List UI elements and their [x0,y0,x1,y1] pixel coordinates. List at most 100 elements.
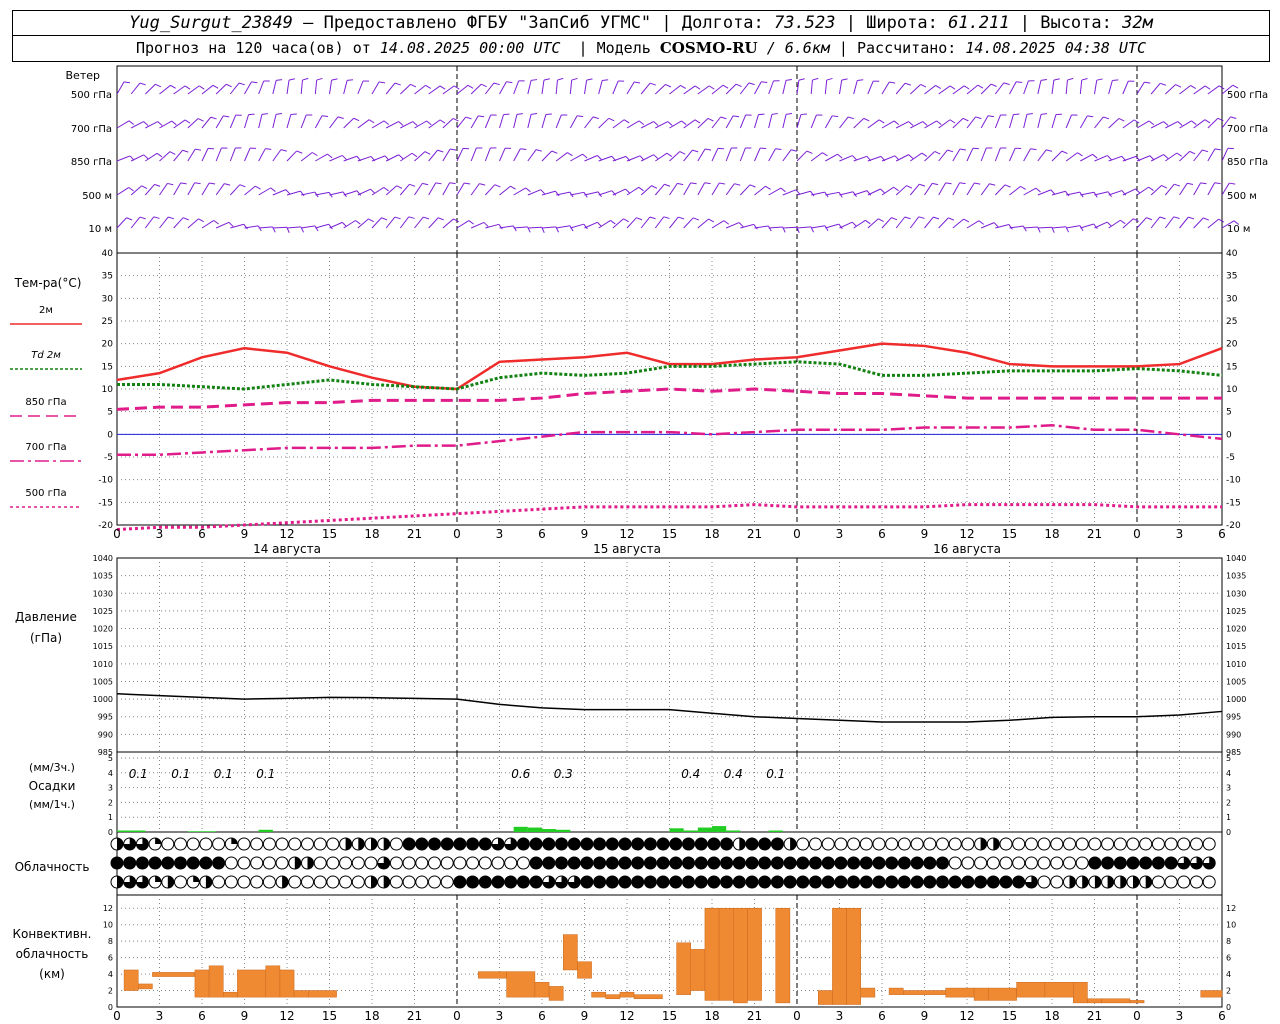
cloud-symbol [516,856,530,870]
hour-tick-label-bottom: 0 [453,1009,461,1023]
cloud-symbol [669,856,683,870]
cloud-fill-full [898,857,911,869]
wind-barb [598,117,610,129]
wind-barb-feather [184,85,191,90]
wind-barb [754,225,769,229]
conv-bar [138,983,153,990]
wind-barb-feather [494,184,501,188]
hour-tick-label-bottom: 3 [836,1009,844,1023]
temp-tick-label: 25 [102,317,113,327]
cloud-symbol [250,837,264,851]
wind-barb [371,120,385,129]
wind-barb [924,216,934,229]
wind-barb [1207,182,1216,196]
cloud-symbol [275,837,289,851]
cloud-symbol [682,856,695,870]
conv-bar [591,991,606,998]
wind-barb [1136,120,1150,129]
wind-barb-feather [327,153,333,159]
cloud-fill-full [530,857,543,869]
cloud-fill-full [733,876,746,888]
cloud-symbol [339,837,353,851]
wind-barb-feather [1214,182,1221,185]
cloud-fill-half [167,876,174,888]
wind-barb-feather [665,83,672,88]
precip-tick-label-right: 2 [1226,798,1231,807]
hour-tick-label-bottom: 15 [322,1009,337,1023]
cloud-symbol [1012,875,1026,889]
pressure-tick-label-right: 1000 [1226,695,1246,704]
cloud-outline [1164,875,1178,889]
wind-barb [626,186,639,196]
wind-barb [173,85,186,95]
cloud-symbol [567,875,581,889]
wind-barb-feather [450,148,457,151]
precip-bar [187,831,202,832]
wind-barb [895,154,909,162]
wind-barb [1164,183,1175,196]
cloud-symbol [618,856,632,870]
wind-barb [640,121,654,129]
precip-3h-label: 0.6 [511,767,530,781]
cloud-fill-half [790,838,797,850]
wind-barb [314,80,318,95]
conv-bar [718,907,734,1001]
cloud-outline [415,856,429,870]
wind-barb-feather [381,217,388,221]
cloud-fill-1q [193,876,200,882]
wind-barb-feather [704,182,711,185]
wind-barb-feather [141,185,148,190]
wind-level-labels: 500 гПа 500 гПа 700 гПа 700 гПа 850 гПа 850 г… [71,90,1268,235]
cloud-symbol [529,875,543,889]
cloud-fill-full [682,876,695,888]
cloud-symbol [1151,856,1165,870]
cloud-symbol [986,875,1000,889]
wind-barb-feather [832,115,839,118]
cloud-symbol [237,875,251,889]
conv-bar [534,982,550,998]
cloud-fill-full [1101,857,1114,869]
cloud-fill-full [568,857,581,869]
wind-barb [456,84,469,95]
wind-barb [612,155,627,162]
wind-barb-feather [680,84,686,89]
precip-tick-label: 2 [108,798,113,807]
cloud-symbol [364,837,378,851]
cloud-symbol [491,856,505,870]
wind-barb-feather [1067,77,1074,81]
precip-bar [683,830,698,832]
wind-barb-feather [649,216,656,220]
wind-barb-feather [1174,183,1181,187]
cloud-symbol [961,875,975,889]
cloud-symbol [174,837,187,851]
wind-barb-feather [623,119,630,124]
cloud-symbol [224,837,238,851]
cloud-symbol [1063,856,1076,870]
cloud-symbol [643,837,657,851]
cloud-fill-half [294,857,301,869]
cloud-symbol [834,875,848,889]
cloud-symbol [1139,837,1153,851]
wind-barb-feather [370,188,376,194]
wind-barb [145,152,158,162]
cloud-symbol [910,856,924,870]
cloud-symbol [377,856,391,870]
precip-bar [669,828,684,832]
hour-tick-label-bottom: 12 [959,1009,974,1023]
wind-barb-feather [993,222,999,228]
wind-barb [499,147,506,162]
cloud-symbol [758,856,772,870]
precip-bar [131,830,146,832]
hour-tick-label-bottom: 6 [538,1009,546,1023]
wind-barb [1065,80,1068,95]
wind-barb [569,80,573,95]
cloud-symbol [872,837,886,851]
wind-barb [683,217,694,229]
temp-tick-label-right: 0 [1226,430,1232,440]
cloud-symbol [847,837,861,851]
wind-barb [286,80,290,95]
precip-3h-label: 0.1 [214,767,233,781]
wind-barb-feather [634,81,641,84]
cloud-outline [1050,856,1064,870]
wind-barb [187,148,196,162]
